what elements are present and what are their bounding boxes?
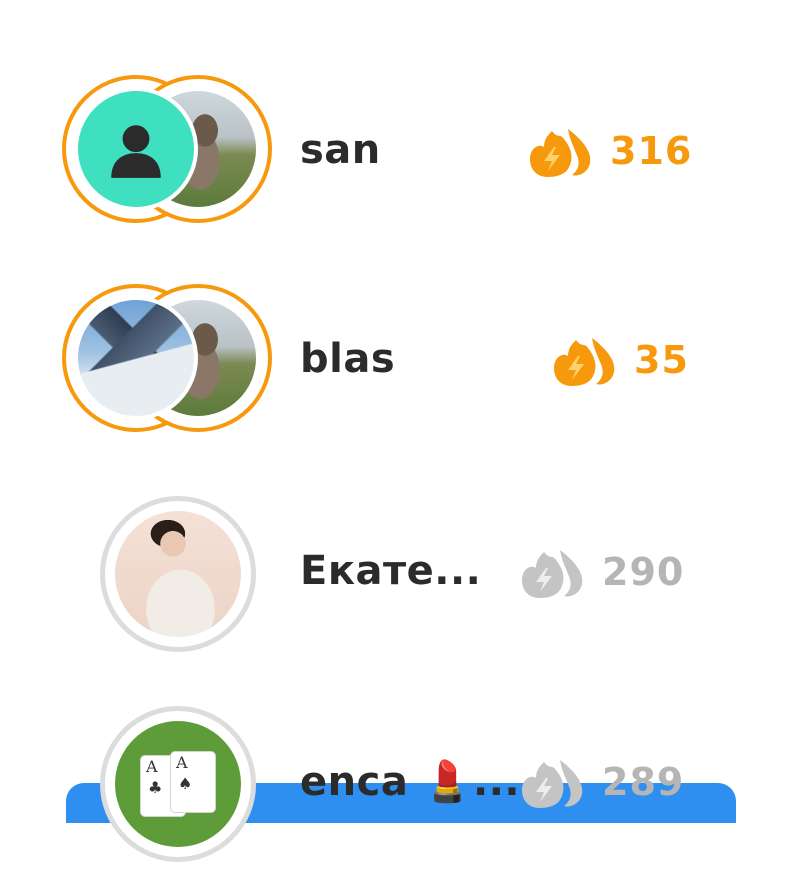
friend-streak-avatar-pair	[62, 284, 276, 440]
friend-streak-avatar-pair	[62, 75, 276, 231]
streak-number: 35	[634, 338, 689, 382]
playing-card-icon: A ♠	[170, 751, 216, 813]
double-flame-lightning-icon	[554, 338, 615, 386]
friend-name: enca 💄...	[300, 759, 521, 805]
streak-number: 290	[602, 550, 685, 594]
streak-count: 316	[528, 125, 692, 177]
friend-name: blas	[300, 336, 396, 382]
avatar	[74, 87, 198, 211]
friend-row[interactable]: Екате... 290	[0, 474, 800, 674]
friend-row[interactable]: san 316	[0, 55, 800, 255]
streak-count: 289	[520, 756, 684, 808]
double-flame-lightning-icon	[530, 129, 591, 177]
streak-number: 316	[610, 129, 693, 173]
double-flame-lightning-icon	[522, 760, 583, 808]
avatar	[115, 511, 241, 637]
avatar-frame	[100, 496, 256, 652]
avatar: A ♣ A ♠	[115, 721, 241, 847]
streak-count: 35	[552, 334, 689, 386]
streak-number: 289	[602, 760, 685, 804]
friend-row[interactable]: blas 35	[0, 264, 800, 464]
person-silhouette-icon	[111, 125, 161, 178]
streak-count: 290	[520, 546, 684, 598]
friend-name: san	[300, 127, 381, 173]
friend-row[interactable]: A ♣ A ♠ enca 💄... 289	[0, 684, 800, 884]
avatar-frame: A ♣ A ♠	[100, 706, 256, 862]
double-flame-lightning-icon	[522, 550, 583, 598]
friend-name: Екате...	[300, 548, 482, 594]
avatar	[74, 296, 198, 420]
